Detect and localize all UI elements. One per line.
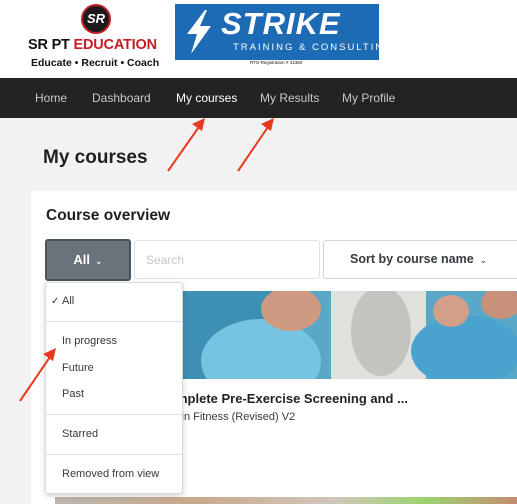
filter-option-starred[interactable]: Starred [62, 428, 98, 440]
strike-logo[interactable]: STRIKE TRAINING & CONSULTING [175, 4, 392, 60]
page-title: My courses [43, 147, 148, 168]
dropdown-divider [46, 454, 182, 455]
primary-navbar: Home Dashboard My courses My Results My … [0, 78, 517, 118]
filter-option-removed[interactable]: Removed from view [62, 468, 159, 480]
sort-button-label: Sort by course name [350, 252, 474, 266]
filter-button-label: All [73, 252, 91, 267]
check-icon: ✓ [51, 296, 60, 307]
nav-my-courses[interactable]: My courses [176, 91, 237, 105]
search-box [134, 240, 320, 279]
rto-registration: RTO Registration # 41360 [250, 60, 303, 65]
course-photo [181, 291, 517, 379]
nav-my-profile[interactable]: My Profile [342, 91, 395, 105]
sr-logo-mark: SR [81, 4, 111, 34]
course-image[interactable] [181, 291, 517, 379]
filter-option-in-progress[interactable]: In progress [62, 335, 117, 347]
chevron-down-icon: ⌄ [479, 255, 488, 265]
nav-dashboard[interactable]: Dashboard [92, 91, 151, 105]
filter-option-past[interactable]: Past [62, 388, 84, 400]
chevron-down-icon: ⌄ [95, 256, 103, 266]
dropdown-divider [46, 414, 182, 415]
dropdown-divider [46, 321, 182, 322]
strike-logo-subtitle: TRAINING & CONSULTING [233, 42, 394, 53]
sort-dropdown-button[interactable]: Sort by course name ⌄ [323, 240, 517, 279]
next-course-image[interactable] [55, 497, 517, 504]
filter-option-future[interactable]: Future [62, 362, 94, 374]
nav-my-results[interactable]: My Results [260, 91, 319, 105]
sr-pt-education-logo[interactable]: SR SR PT EDUCATION Educate • Recruit • C… [28, 2, 170, 70]
search-input[interactable] [135, 241, 319, 278]
sr-logo-tagline: Educate • Recruit • Coach [31, 57, 160, 69]
annotation-arrow-my-courses [167, 118, 205, 172]
lightning-bolt-icon [187, 10, 211, 54]
sr-logo-name-part1: SR PT [28, 37, 74, 53]
filter-dropdown-menu: ✓ All In progress Future Past Starred Re… [45, 282, 183, 494]
course-title[interactable]: mplete Pre-Exercise Screening and ... [176, 391, 408, 406]
course-category: l in Fitness (Revised) V2 [176, 411, 296, 423]
strike-logo-word: STRIKE [221, 6, 341, 41]
filter-option-all[interactable]: All [62, 295, 74, 307]
filter-dropdown-button[interactable]: All ⌄ [45, 239, 131, 281]
annotation-arrow-my-results [237, 118, 274, 172]
site-header: SR SR PT EDUCATION Educate • Recruit • C… [0, 0, 517, 78]
nav-home[interactable]: Home [35, 91, 67, 105]
course-overview-title: Course overview [46, 207, 171, 224]
sr-logo-name: SR PT EDUCATION [28, 37, 157, 53]
sr-logo-name-part2: EDUCATION [73, 37, 158, 53]
